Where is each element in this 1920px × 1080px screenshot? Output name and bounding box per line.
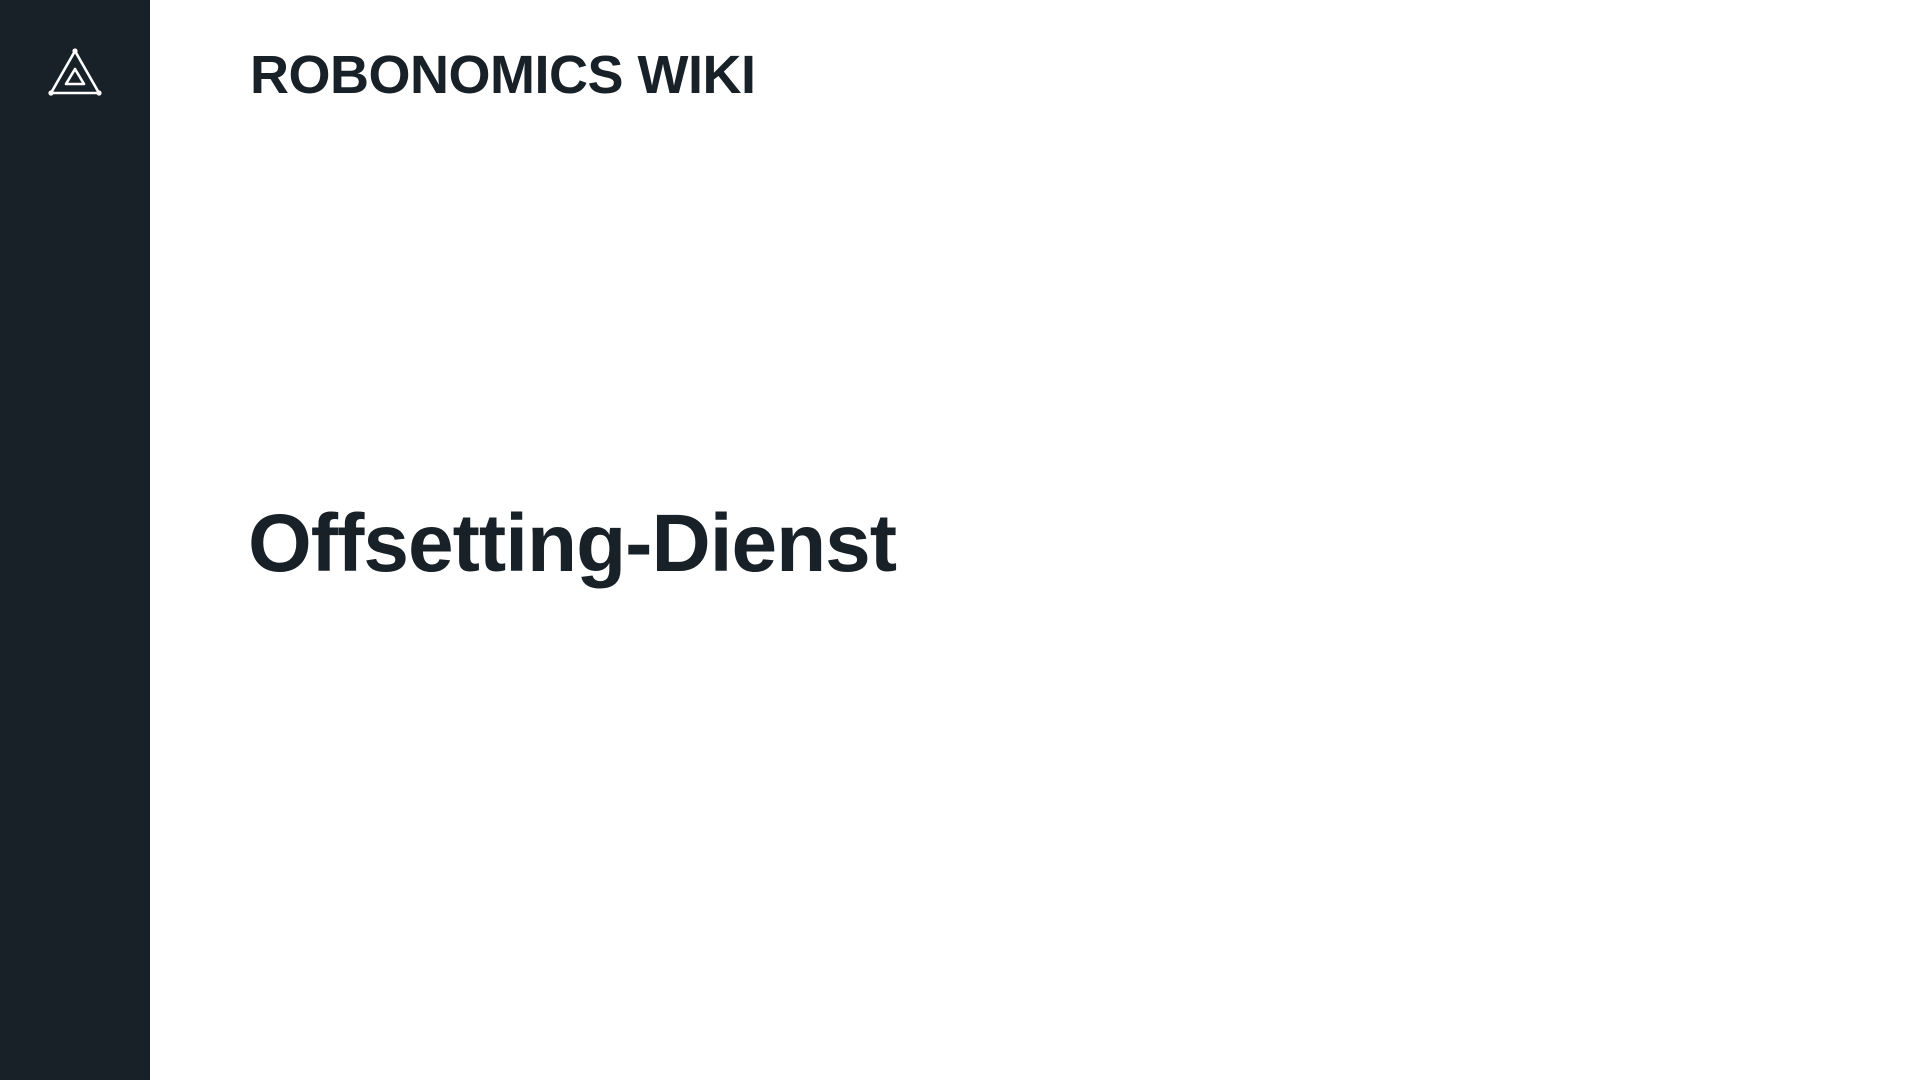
site-title[interactable]: ROBONOMICS WIKI — [250, 44, 756, 106]
robonomics-triangle-icon — [48, 48, 102, 96]
sidebar — [0, 0, 150, 1080]
page: ROBONOMICS WIKI Offsetting-Dienst — [0, 0, 1920, 1080]
page-title: Offsetting-Dienst — [248, 498, 897, 589]
robonomics-logo-link[interactable] — [48, 48, 102, 98]
